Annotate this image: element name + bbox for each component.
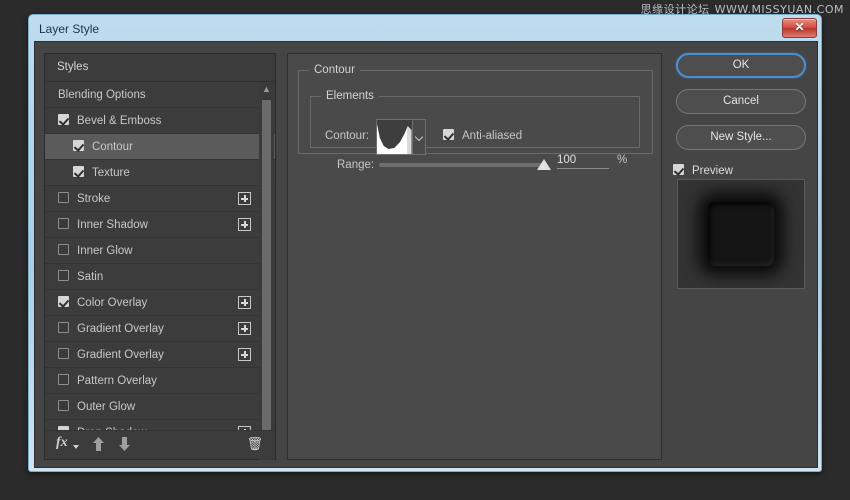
anti-aliased-label: Anti-aliased	[462, 130, 523, 142]
style-row[interactable]: Stroke	[45, 186, 275, 212]
style-row-checkbox[interactable]	[58, 322, 69, 334]
styles-panel-header: Styles	[45, 54, 275, 82]
preview-label: Preview	[692, 165, 733, 177]
add-effect-icon[interactable]	[238, 192, 251, 205]
add-effect-icon[interactable]	[238, 322, 251, 335]
style-row-label: Outer Glow	[77, 401, 136, 413]
contour-label: Contour:	[325, 130, 370, 142]
range-slider-track[interactable]	[379, 163, 544, 167]
style-row-checkbox[interactable]	[58, 374, 69, 386]
style-row[interactable]: Gradient Overlay	[45, 316, 275, 342]
elements-group-title: Elements	[326, 90, 374, 102]
dialog-client-area: Styles Blending Options Bevel & Emboss Con…	[34, 41, 818, 468]
styles-panel: Styles Blending Options Bevel & Emboss Con…	[44, 53, 276, 460]
move-up-icon[interactable]	[92, 436, 105, 452]
add-effect-icon[interactable]	[238, 348, 251, 361]
style-row[interactable]: Satin	[45, 264, 275, 290]
contour-group-title: Contour	[314, 64, 355, 76]
add-effect-icon[interactable]	[238, 296, 251, 309]
style-row[interactable]: Texture	[45, 160, 275, 186]
style-row[interactable]: Inner Glow	[45, 238, 275, 264]
cancel-button[interactable]: Cancel	[676, 89, 806, 114]
anti-aliased-check-icon[interactable]	[443, 129, 454, 140]
style-row[interactable]: Blending Options	[45, 82, 275, 108]
ok-button[interactable]: OK	[676, 53, 806, 78]
preview-check-icon[interactable]	[673, 164, 684, 175]
elements-group: Elements Contour: Anti-aliased Range: 10…	[310, 90, 640, 171]
close-button[interactable]: ✕	[782, 18, 817, 38]
style-row-label: Inner Shadow	[77, 219, 148, 231]
style-row[interactable]: Bevel & Emboss	[45, 108, 275, 134]
style-row-checkbox[interactable]	[58, 218, 69, 230]
style-row-checkbox[interactable]	[58, 400, 69, 412]
style-row[interactable]: Pattern Overlay	[45, 368, 275, 394]
style-row-label: Contour	[92, 141, 133, 153]
style-row-label: Gradient Overlay	[77, 323, 164, 335]
close-icon: ✕	[794, 20, 805, 34]
chevron-down-icon[interactable]	[73, 445, 79, 449]
contour-curve-icon	[377, 120, 412, 154]
layer-style-window: Layer Style ✕ Styles Blending Options Bev…	[28, 14, 822, 472]
settings-pane: Contour Elements Contour: Anti-aliased R…	[287, 53, 662, 460]
style-row-checkbox[interactable]	[58, 296, 69, 308]
scroll-up-icon[interactable]: ▲	[259, 82, 274, 97]
layer-preview-thumbnail	[677, 179, 805, 289]
watermark-url-text: WWW.MISSYUAN.COM	[714, 3, 844, 16]
range-unit-label: %	[617, 154, 628, 166]
contour-dropdown-arrow[interactable]	[411, 120, 425, 154]
style-row[interactable]: Contour	[45, 134, 275, 160]
move-down-glyph	[119, 437, 130, 451]
preview-checkbox[interactable]: Preview	[673, 164, 733, 177]
screenshot-root: 思缘设计论坛 WWW.MISSYUAN.COM Layer Style ✕ Sty…	[0, 0, 850, 500]
trash-icon[interactable]: 🗑	[246, 436, 263, 452]
new-style-button[interactable]: New Style...	[676, 125, 806, 150]
range-value-input[interactable]: 100	[557, 154, 609, 169]
add-effect-icon[interactable]	[238, 218, 251, 231]
actions-column: OK Cancel New Style... Preview	[673, 53, 809, 460]
style-row[interactable]: Outer Glow	[45, 394, 275, 420]
anti-aliased-checkbox[interactable]: Anti-aliased	[443, 129, 522, 142]
watermark: 思缘设计论坛 WWW.MISSYUAN.COM	[641, 1, 844, 17]
preview-shape	[708, 202, 774, 266]
style-row-checkbox[interactable]	[58, 348, 69, 360]
style-row[interactable]: Gradient Overlay	[45, 342, 275, 368]
style-row-label: Inner Glow	[77, 245, 133, 257]
style-row-label: Color Overlay	[77, 297, 148, 309]
style-row-checkbox[interactable]	[58, 244, 69, 256]
style-row-label: Stroke	[77, 193, 111, 205]
scrollbar-thumb[interactable]	[262, 100, 271, 430]
contour-group: Contour Elements Contour: Anti-aliased R…	[298, 64, 653, 171]
styles-toolbar: fx 🗑	[45, 430, 275, 459]
styles-list-scrollbar[interactable]: ▲ ▼	[259, 82, 274, 460]
window-title: Layer Style	[39, 22, 100, 36]
range-label: Range:	[337, 159, 375, 171]
style-row-checkbox[interactable]	[58, 192, 69, 204]
style-row-label: Blending Options	[58, 89, 146, 101]
style-row-checkbox[interactable]	[58, 270, 69, 282]
watermark-cn-text: 思缘设计论坛	[640, 3, 710, 16]
style-row-label: Pattern Overlay	[77, 375, 157, 387]
range-slider-thumb[interactable]	[537, 159, 551, 170]
style-row-checkbox[interactable]	[73, 140, 84, 152]
style-row-label: Bevel & Emboss	[77, 115, 162, 127]
styles-list[interactable]: Blending Options Bevel & Emboss Contour Tex…	[45, 82, 275, 432]
style-row-checkbox[interactable]	[58, 114, 69, 126]
move-up-glyph	[93, 437, 104, 451]
window-titlebar: Layer Style ✕	[29, 15, 821, 41]
contour-preset-picker[interactable]	[376, 119, 426, 155]
style-row[interactable]: Color Overlay	[45, 290, 275, 316]
fx-icon[interactable]: fx	[56, 435, 68, 451]
style-row-label: Texture	[92, 167, 130, 179]
style-row-checkbox[interactable]	[73, 166, 84, 178]
style-row-label: Satin	[77, 271, 104, 283]
move-down-icon[interactable]	[118, 436, 131, 452]
style-row-label: Gradient Overlay	[77, 349, 164, 361]
style-row[interactable]: Inner Shadow	[45, 212, 275, 238]
